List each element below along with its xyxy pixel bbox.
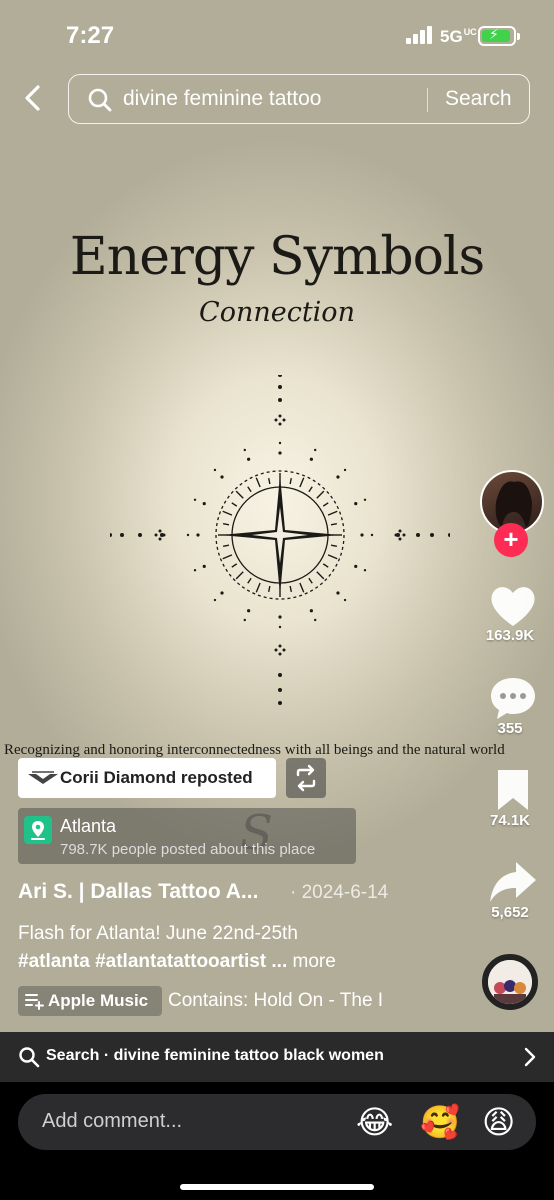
share-icon[interactable]: [488, 858, 538, 906]
more-link[interactable]: more: [287, 951, 336, 972]
music-label: Apple Music: [48, 991, 149, 1010]
follow-button[interactable]: +: [494, 523, 528, 557]
save-count: 74.1K: [489, 812, 531, 829]
search-bar[interactable]: divine feminine tattoo Search: [68, 74, 530, 124]
emoji-weary-icon[interactable]: 😩: [482, 1104, 515, 1140]
network-indicator: 5GUC: [440, 27, 477, 46]
repost-banner[interactable]: Corii Diamond reposted: [18, 758, 276, 798]
poster-caption: Recognizing and honoring interconnectedn…: [4, 742, 505, 758]
search-query[interactable]: divine feminine tattoo: [123, 87, 321, 111]
post-hashtags[interactable]: #atlanta #atlantatattooartist ... more: [18, 951, 336, 973]
search-icon: [19, 1047, 40, 1068]
repost-logo-icon: [28, 771, 58, 784]
apple-music-tag[interactable]: Apple Music: [18, 986, 162, 1016]
location-pin-icon: [24, 816, 52, 844]
author-name[interactable]: Ari S. | Dallas Tattoo A...: [18, 880, 258, 904]
music-disc[interactable]: [482, 954, 538, 1010]
search-button[interactable]: Search: [445, 87, 512, 111]
location-name: Atlanta: [60, 816, 117, 836]
emoji-laughing-icon[interactable]: 😂: [356, 1104, 393, 1140]
song-title[interactable]: Contains: Hold On - The I: [168, 990, 414, 1012]
location-chip[interactable]: Atlanta 798.7K people posted about this …: [18, 808, 356, 864]
related-search-text: Search · divine feminine tattoo black wo…: [46, 1047, 384, 1064]
post-date: · 2024-6-14: [290, 882, 389, 903]
location-subtitle: 798.7K people posted about this place: [60, 841, 316, 858]
comment-icon[interactable]: [488, 674, 538, 722]
energy-symbol-mandala: [110, 375, 450, 705]
bookmark-icon[interactable]: [488, 766, 538, 814]
search-icon: [88, 88, 112, 112]
signal-bars-icon: [406, 26, 432, 44]
comment-count: 355: [497, 720, 523, 737]
status-bar: 7:27 5GUC ⚡: [0, 0, 554, 70]
share-count: 5,652: [491, 904, 529, 921]
emoji-hearts-icon[interactable]: 🥰: [420, 1104, 460, 1140]
post-description: Flash for Atlanta! June 22nd-25th: [18, 923, 298, 944]
playlist-add-icon: [25, 994, 44, 1010]
battery-icon: ⚡: [478, 26, 520, 46]
home-indicator: [180, 1184, 374, 1190]
comment-placeholder: Add comment...: [42, 1110, 183, 1132]
repost-text: Corii Diamond reposted: [60, 768, 253, 787]
like-count: 163.9K: [485, 627, 535, 644]
video-content: Energy Symbols Connection S: [0, 205, 554, 861]
chevron-right-icon: [524, 1047, 536, 1067]
back-arrow-icon[interactable]: [18, 82, 50, 114]
repost-button[interactable]: [286, 758, 326, 798]
search-divider: [427, 88, 428, 112]
poster-subtitle: Connection: [199, 297, 355, 328]
related-search-bar[interactable]: Search · divine feminine tattoo black wo…: [0, 1032, 554, 1082]
poster-title: Energy Symbols: [69, 227, 486, 287]
repost-icon: [296, 764, 316, 792]
status-time: 7:27: [66, 22, 115, 49]
heart-icon[interactable]: [488, 582, 538, 630]
comment-input[interactable]: Add comment... 😂 🥰 😩: [18, 1094, 536, 1150]
